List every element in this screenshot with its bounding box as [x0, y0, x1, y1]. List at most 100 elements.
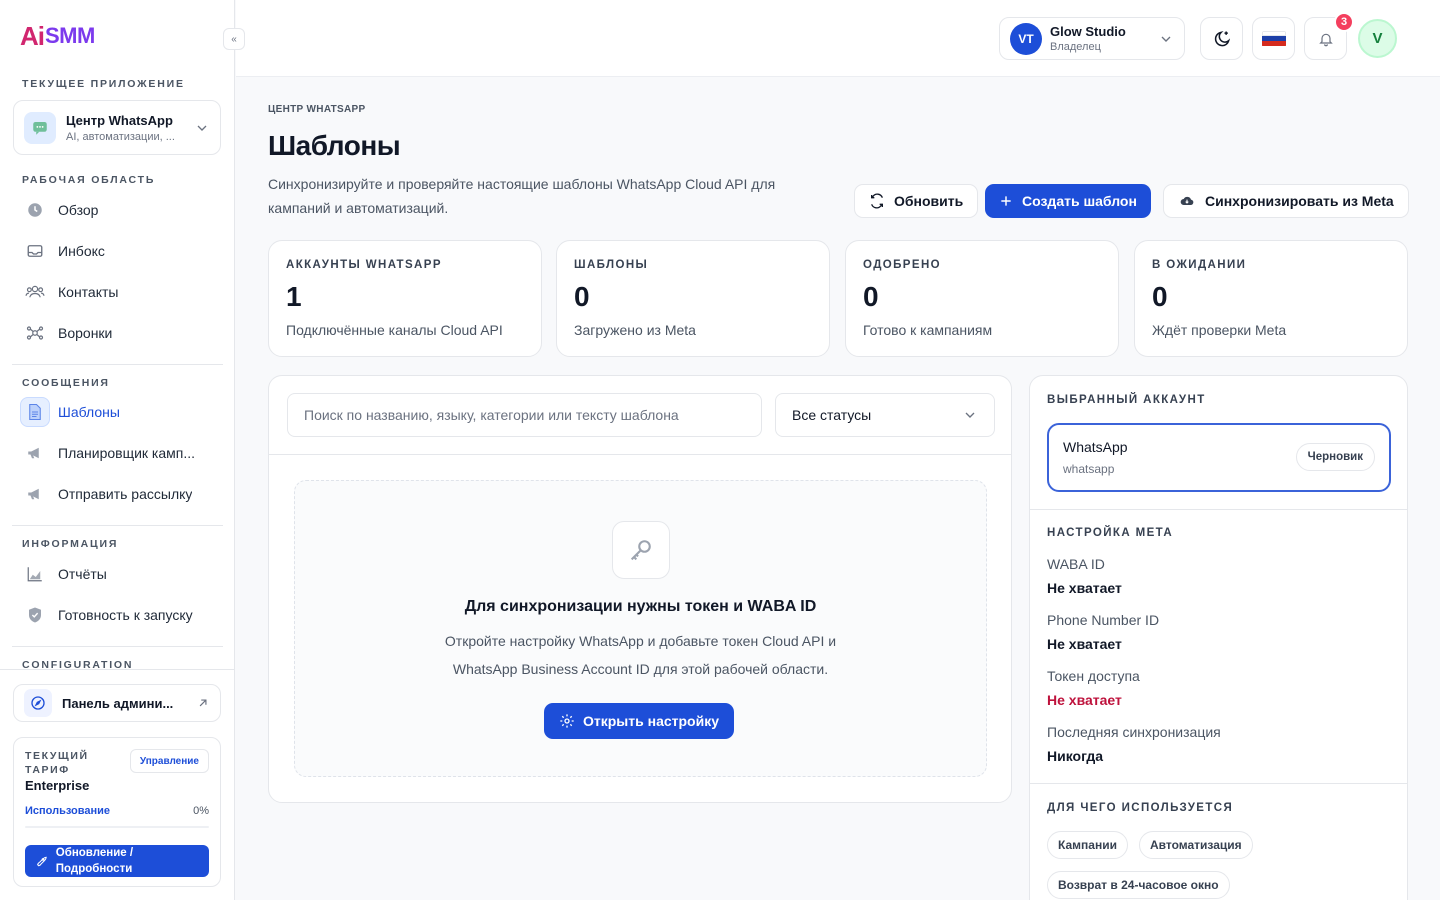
- sidebar: Ai SMM ТЕКУЩЕЕ ПРИЛОЖЕНИЕ Центр WhatsApp…: [0, 0, 235, 900]
- plus-icon: [1001, 196, 1011, 206]
- card-divider: [1030, 509, 1407, 510]
- workspace-avatar: VT: [1010, 22, 1042, 55]
- nav-item-send-broadcast[interactable]: Отправить рассылку: [20, 478, 218, 510]
- app-switcher-subtitle: AI, автоматизации, ...: [66, 130, 175, 143]
- status-filter-select[interactable]: Все статусы: [775, 393, 995, 437]
- collapse-sidebar-button[interactable]: «: [223, 28, 245, 50]
- account-status-badge: Черновик: [1295, 443, 1375, 471]
- double-chevron-left-icon: «: [231, 33, 237, 45]
- shield-icon: [20, 600, 50, 630]
- sidebar-divider: [12, 646, 223, 647]
- nav-item-templates[interactable]: Шаблоны: [20, 396, 218, 428]
- nav-item-inbox[interactable]: Инбокс: [20, 235, 218, 267]
- nav-item-label: Инбокс: [58, 243, 105, 259]
- manage-plan-button[interactable]: Управление: [129, 749, 209, 773]
- card-divider: [269, 454, 1011, 455]
- notifications-button[interactable]: 3: [1304, 12, 1354, 60]
- cloud-download-icon: [1180, 196, 1194, 206]
- messages-section-label: СООБЩЕНИЯ: [22, 377, 110, 389]
- usage-tag: Возврат в 24-часовое окно: [1047, 871, 1230, 899]
- users-icon: [20, 277, 50, 307]
- refresh-icon: [871, 193, 883, 209]
- stat-label: АККАУНТЫ WHATSAPP: [286, 259, 442, 271]
- templates-list-card: Все статусы Для синхронизации нужны токе…: [268, 375, 1012, 803]
- upgrade-button[interactable]: Обновление / Подробности: [25, 845, 209, 877]
- megaphone-icon: [20, 438, 50, 468]
- admin-panel-label: Панель админи...: [62, 695, 174, 711]
- account-name: WhatsApp: [1063, 439, 1128, 455]
- workspace-name: Glow Studio: [1050, 24, 1126, 39]
- nav-item-label: Воронки: [58, 325, 113, 341]
- search-input[interactable]: [287, 393, 762, 437]
- status-filter-value: Все статусы: [792, 407, 872, 423]
- sidebar-divider: [12, 364, 223, 365]
- stat-card-pending: В ОЖИДАНИИ 0 Ждёт проверки Meta: [1134, 240, 1408, 357]
- page-title: Шаблоны: [268, 130, 401, 161]
- usage-value: 0%: [193, 805, 209, 817]
- nav-item-label: Планировщик камп...: [58, 445, 196, 461]
- app-switcher[interactable]: Центр WhatsApp AI, автоматизации, ...: [13, 100, 221, 155]
- funnel-nodes-icon: [20, 318, 50, 348]
- theme-toggle-button[interactable]: [1200, 17, 1243, 60]
- meta-key: Токен доступа: [1047, 668, 1140, 684]
- sync-meta-button[interactable]: Синхронизировать из Meta: [1163, 184, 1409, 218]
- card-divider: [1030, 783, 1407, 784]
- meta-setup-label: НАСТРОЙКА МЕТА: [1047, 527, 1174, 539]
- notification-badge: 3: [1334, 12, 1354, 32]
- nav-item-campaign-planner[interactable]: Планировщик камп...: [20, 437, 218, 469]
- info-section-label: ИНФОРМАЦИЯ: [22, 538, 119, 550]
- nav-item-funnels[interactable]: Воронки: [20, 317, 218, 349]
- upgrade-label: Обновление / Подробности: [55, 847, 134, 875]
- stat-label: ШАБЛОНЫ: [574, 259, 649, 271]
- stat-description: Подключённые каналы Cloud API: [286, 322, 503, 338]
- meta-key: WABA ID: [1047, 556, 1105, 572]
- open-settings-button[interactable]: Открыть настройку: [544, 703, 735, 739]
- empty-state-description: Откройте настройку WhatsApp и добавьте т…: [444, 633, 837, 677]
- rocket-icon: [37, 856, 47, 867]
- usage-row: Использование 0%: [25, 805, 209, 817]
- selected-account-item[interactable]: WhatsApp whatsapp Черновик: [1047, 423, 1391, 492]
- nav-item-launch-readiness[interactable]: Готовность к запуску: [20, 599, 218, 631]
- create-template-button[interactable]: Создать шаблон: [985, 184, 1151, 218]
- nav-item-overview[interactable]: Обзор: [20, 194, 218, 226]
- whatsapp-chat-icon: [24, 111, 56, 144]
- language-button[interactable]: [1252, 17, 1295, 60]
- refresh-label: Обновить: [894, 193, 964, 209]
- breadcrumb: ЦЕНТР WHATSAPP: [268, 104, 366, 115]
- stat-description: Готово к кампаниям: [863, 322, 993, 338]
- refresh-button[interactable]: Обновить: [854, 184, 979, 218]
- stat-label: ОДОБРЕНО: [863, 259, 941, 271]
- megaphone-icon: [20, 479, 50, 509]
- compass-icon: [24, 689, 52, 717]
- nav-item-label: Шаблоны: [58, 404, 120, 420]
- bell-icon: [1318, 33, 1333, 46]
- workspace-switcher[interactable]: VT Glow Studio Владелец: [999, 17, 1185, 60]
- app-switcher-title: Центр WhatsApp: [66, 112, 173, 128]
- nav-item-reports[interactable]: Отчёты: [20, 558, 218, 590]
- usage-tag: Автоматизация: [1139, 831, 1253, 859]
- nav-item-label: Отчёты: [58, 566, 107, 582]
- logo-ai-text: Ai: [20, 20, 45, 51]
- nav-item-contacts[interactable]: Контакты: [20, 276, 218, 308]
- nav-item-label: Контакты: [58, 284, 119, 300]
- usage-label[interactable]: Использование: [25, 805, 110, 817]
- meta-key: Phone Number ID: [1047, 612, 1160, 628]
- chart-icon: [20, 559, 50, 589]
- usage-section-label: ДЛЯ ЧЕГО ИСПОЛЬЗУЕТСЯ: [1047, 802, 1234, 814]
- chevron-down-icon: [197, 125, 207, 131]
- workspace-role: Владелец: [1050, 41, 1101, 53]
- plan-card: ТЕКУЩИЙ ТАРИФ Управление Enterprise Испо…: [13, 737, 221, 887]
- stat-description: Загружено из Meta: [574, 322, 696, 338]
- usage-tag: Кампании: [1047, 831, 1128, 859]
- user-avatar[interactable]: V: [1358, 19, 1397, 58]
- stat-card-templates: ШАБЛОНЫ 0 Загружено из Meta: [556, 240, 830, 357]
- inbox-icon: [20, 236, 50, 266]
- account-details-card: ВЫБРАННЫЙ АККАУНТ WhatsApp whatsapp Черн…: [1029, 375, 1408, 900]
- chevron-down-icon: [1161, 36, 1171, 42]
- app-logo[interactable]: Ai SMM: [20, 20, 95, 52]
- nav-item-label: Обзор: [58, 202, 99, 218]
- create-template-label: Создать шаблон: [1022, 193, 1137, 209]
- meta-value: Не хватает: [1047, 636, 1122, 652]
- gear-icon: [560, 714, 574, 728]
- admin-panel-link[interactable]: Панель админи...: [13, 684, 221, 722]
